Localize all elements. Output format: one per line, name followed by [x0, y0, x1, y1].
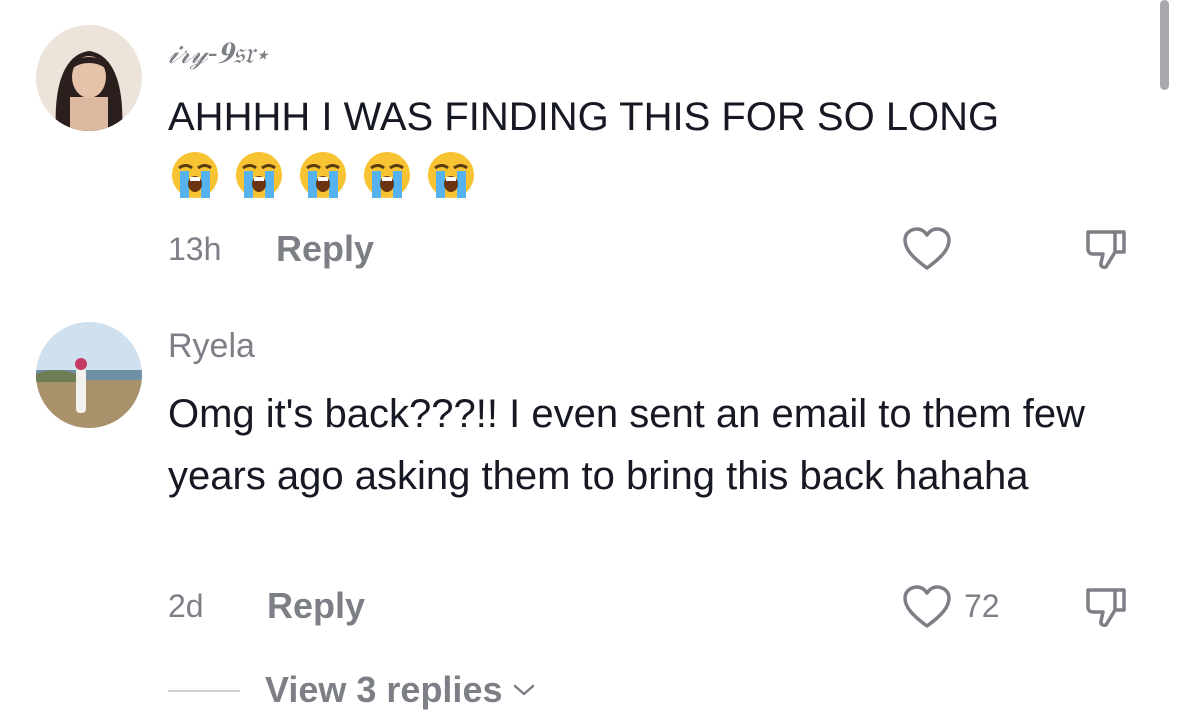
dislike-icon[interactable]	[1082, 582, 1132, 632]
heart-icon[interactable]	[902, 584, 952, 630]
comment-text: AHHHH I WAS FINDING THIS FOR SO LONG	[168, 95, 1000, 139]
comment-time: 13h	[168, 231, 222, 267]
avatar[interactable]	[36, 25, 142, 131]
like-count: 72	[964, 588, 1000, 624]
username[interactable]: Ryela	[168, 327, 255, 366]
heart-icon[interactable]	[902, 226, 952, 272]
view-replies-label: View 3 replies	[265, 669, 503, 710]
avatar[interactable]	[36, 322, 142, 428]
comment-time: 2d	[168, 588, 204, 624]
comment-text: Omg it's back???!! I even sent an email …	[168, 392, 1085, 498]
loudly-crying-face-icon	[428, 152, 474, 198]
replies-divider	[168, 690, 240, 692]
chevron-down-icon	[514, 684, 535, 696]
loudly-crying-face-icon	[172, 152, 218, 198]
view-replies-button[interactable]: View 3 replies	[265, 669, 536, 711]
loudly-crying-face-icon	[364, 152, 410, 198]
emoji-row	[170, 150, 476, 200]
loudly-crying-face-icon	[300, 152, 346, 198]
scrollbar[interactable]	[1160, 0, 1169, 90]
reply-button[interactable]: Reply	[276, 228, 374, 270]
dislike-icon[interactable]	[1082, 224, 1132, 274]
reply-button[interactable]: Reply	[267, 585, 365, 627]
username[interactable]: 𝒾𝓇𝓎-𝟗𝔰𝔯⋆	[168, 36, 269, 71]
loudly-crying-face-icon	[236, 152, 282, 198]
